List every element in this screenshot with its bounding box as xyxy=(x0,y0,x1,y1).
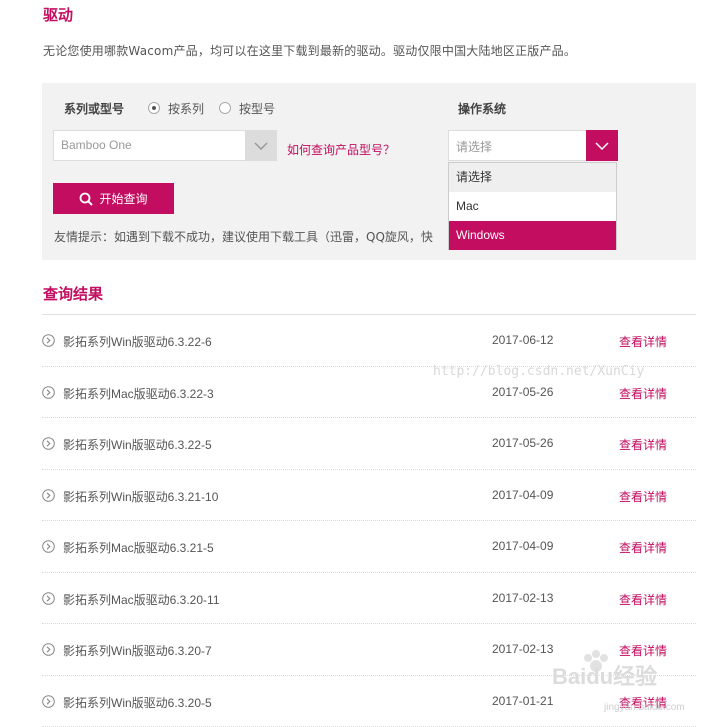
circle-chevron-right-icon xyxy=(42,643,55,656)
circle-chevron-right-icon xyxy=(42,540,55,553)
view-details-link[interactable]: 查看详情 xyxy=(619,436,667,453)
download-tip: 友情提示：如遇到下载不成功，建议使用下载工具（迅雷，QQ旋风，快 xyxy=(54,230,433,244)
result-date: 2017-05-26 xyxy=(492,384,554,399)
search-icon xyxy=(80,192,94,206)
circle-chevron-right-icon xyxy=(42,334,55,347)
circle-chevron-right-icon xyxy=(42,694,55,708)
svg-text:Baidu经验: Baidu经验 xyxy=(552,664,657,688)
result-name[interactable]: 影拓系列Win版驱动6.3.22-6 xyxy=(63,333,212,350)
radio-by-model[interactable] xyxy=(219,102,231,114)
os-dropdown: 请选择 Mac Windows xyxy=(448,162,617,250)
result-name[interactable]: 影拓系列Mac版驱动6.3.20-11 xyxy=(63,591,220,608)
os-select[interactable]: 请选择 xyxy=(448,130,618,161)
circle-chevron-right-icon xyxy=(42,488,55,502)
series-label: 系列或型号 xyxy=(64,102,125,116)
product-model-help-link[interactable]: 如何查询产品型号？ xyxy=(287,141,395,158)
result-date: 2017-04-09 xyxy=(492,539,554,553)
page-intro: 无论您使用哪款Wacom产品，均可以在这里下载到最新的驱动。驱动仅限中国大陆地区… xyxy=(43,44,577,58)
result-name[interactable]: 影拓系列Win版驱动6.3.22-5 xyxy=(63,436,212,453)
os-option-mac[interactable]: Mac xyxy=(449,192,616,221)
circle-chevron-right-icon xyxy=(42,385,55,399)
os-option-placeholder[interactable]: 请选择 xyxy=(449,163,616,192)
result-date: 2017-01-21 xyxy=(492,693,554,708)
result-date: 2017-04-09 xyxy=(492,487,554,502)
os-select-button[interactable] xyxy=(586,130,618,161)
result-row: 影拓系列Win版驱动6.3.21-10 2017-04-09 查看详情 xyxy=(42,470,696,521)
result-date: 2017-06-12 xyxy=(492,333,554,347)
view-details-link[interactable]: 查看详情 xyxy=(619,591,667,608)
radio-by-series-label[interactable]: 按系列 xyxy=(168,100,204,117)
result-date: 2017-02-13 xyxy=(492,642,554,656)
baidu-jingyan-url-watermark: jingyan.baidu.com xyxy=(604,702,685,713)
blog-url-watermark: http://blog.csdn.net/XunCiy xyxy=(433,364,645,379)
view-details-link[interactable]: 查看详情 xyxy=(619,539,667,556)
product-select[interactable]: Bamboo One xyxy=(53,130,277,161)
result-name[interactable]: 影拓系列Mac版驱动6.3.22-3 xyxy=(63,385,214,402)
result-date: 2017-02-13 xyxy=(492,590,554,605)
result-row: 影拓系列Mac版驱动6.3.20-11 2017-02-13 查看详情 xyxy=(42,573,696,624)
radio-by-model-label[interactable]: 按型号 xyxy=(239,100,275,117)
result-date: 2017-05-26 xyxy=(492,436,554,450)
result-row: 影拓系列Mac版驱动6.3.21-5 2017-04-09 查看详情 xyxy=(42,521,696,573)
view-details-link[interactable]: 查看详情 xyxy=(619,333,667,350)
os-label: 操作系统 xyxy=(458,102,507,116)
circle-chevron-right-icon xyxy=(42,591,55,605)
chevron-down-icon xyxy=(595,141,609,150)
result-name[interactable]: 影拓系列Win版驱动6.3.21-10 xyxy=(63,488,218,505)
search-button-label: 开始查询 xyxy=(99,192,148,206)
result-name[interactable]: 影拓系列Win版驱动6.3.20-5 xyxy=(63,694,212,711)
view-details-link[interactable]: 查看详情 xyxy=(619,488,667,505)
chevron-down-icon xyxy=(254,141,268,150)
result-name[interactable]: 影拓系列Win版驱动6.3.20-7 xyxy=(63,642,212,659)
page-title: 驱动 xyxy=(43,6,74,24)
circle-chevron-right-icon xyxy=(42,437,55,450)
os-select-value: 请选择 xyxy=(456,140,493,154)
product-select-value: Bamboo One xyxy=(61,138,132,152)
os-option-windows[interactable]: Windows xyxy=(449,221,616,250)
result-row: 影拓系列Win版驱动6.3.22-6 2017-06-12 查看详情 xyxy=(42,315,696,367)
search-button[interactable]: 开始查询 xyxy=(53,183,174,214)
product-select-button[interactable] xyxy=(245,130,277,161)
result-name[interactable]: 影拓系列Mac版驱动6.3.21-5 xyxy=(63,539,214,556)
radio-by-series[interactable] xyxy=(148,102,160,114)
results-title: 查询结果 xyxy=(43,285,104,303)
result-row: 影拓系列Win版驱动6.3.22-5 2017-05-26 查看详情 xyxy=(42,418,696,470)
view-details-link[interactable]: 查看详情 xyxy=(619,385,667,402)
baidu-jingyan-logo-watermark: Baidu经验 xyxy=(552,650,657,688)
